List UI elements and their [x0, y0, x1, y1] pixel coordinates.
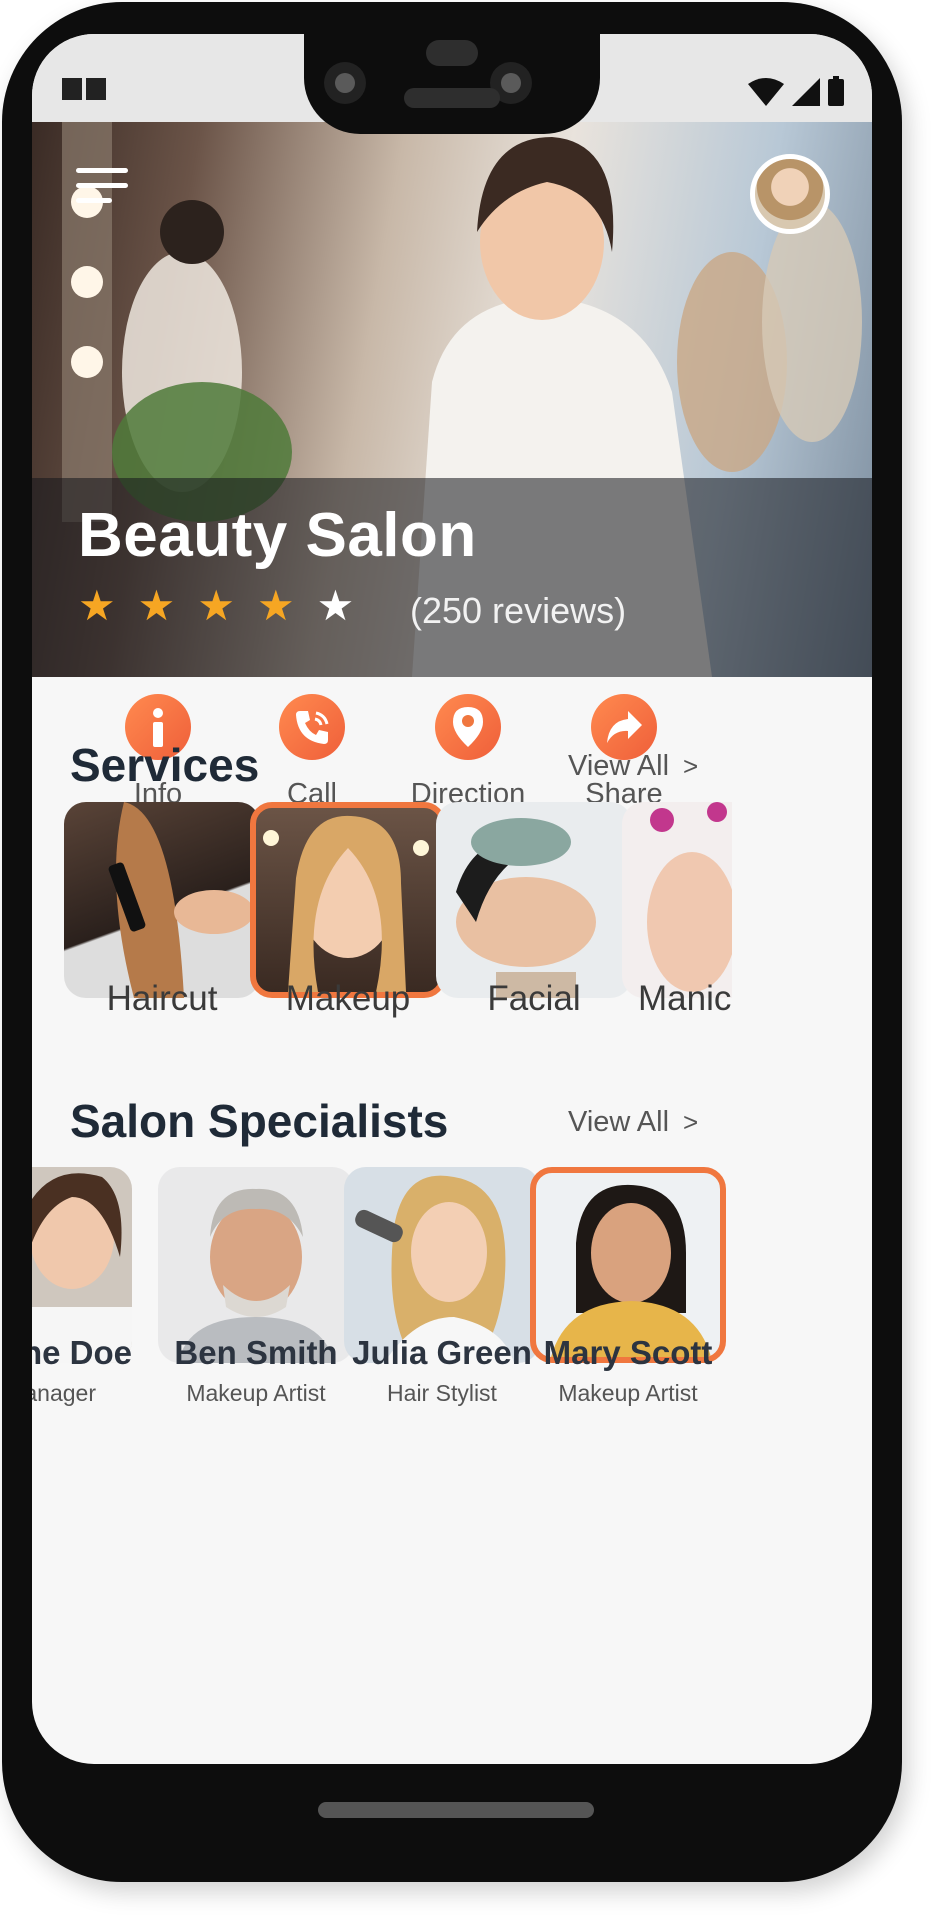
notification-icon: [62, 78, 108, 100]
makeup-photo: [263, 815, 429, 992]
manicure-photo: [647, 802, 732, 992]
chevron-right-icon: >: [683, 751, 699, 781]
services-view-all-label: View All: [568, 750, 670, 782]
phone-frame: Beauty Salon ★ ★ ★ ★ ★ (250 reviews) Info Ca…: [2, 2, 902, 1882]
star-empty-icon: ★: [316, 582, 355, 629]
earpiece-speaker: [404, 88, 500, 108]
specialist-name-doe: ne Doe: [32, 1334, 132, 1371]
app-screen: Beauty Salon ★ ★ ★ ★ ★ (250 reviews) Info Ca…: [32, 34, 872, 1764]
specialist-role-doe: anager: [32, 1380, 96, 1406]
specialist-role-mary-scott: Makeup Artist: [558, 1380, 698, 1406]
specialists-view-all-label: View All: [568, 1106, 670, 1138]
facial-photo: [456, 818, 596, 998]
phone-icon: [279, 694, 345, 760]
salon-title: Beauty Salon: [78, 501, 477, 570]
service-card-facial[interactable]: [436, 802, 632, 998]
camera-notch: [304, 34, 600, 134]
service-card-makeup[interactable]: [250, 802, 446, 998]
status-icons: [748, 72, 844, 106]
services-title: Services: [70, 739, 260, 791]
specialists-title: Salon Specialists: [70, 1095, 449, 1147]
wifi-icon: [748, 78, 784, 106]
location-pin-icon: [435, 694, 501, 760]
menu-icon[interactable]: [76, 168, 128, 210]
star-filled-icon: ★: [137, 582, 176, 629]
user-avatar[interactable]: [750, 154, 830, 234]
sensor: [426, 40, 478, 66]
front-camera: [324, 62, 366, 104]
battery-icon: [828, 76, 844, 106]
hero-banner: Beauty Salon ★ ★ ★ ★ ★ (250 reviews): [32, 122, 872, 677]
service-card-haircut[interactable]: [64, 802, 260, 998]
chevron-right-icon: >: [683, 1107, 699, 1137]
services-view-all[interactable]: View All >: [568, 750, 698, 783]
specialist-photo-mary-scott: [551, 1184, 711, 1357]
signal-icon: [792, 78, 820, 106]
service-card-manicure[interactable]: [622, 802, 732, 998]
star-filled-icon: ★: [78, 582, 116, 629]
reviews-count[interactable]: (250 reviews): [410, 590, 626, 632]
star-filled-icon: ★: [197, 582, 235, 629]
specialists-view-all[interactable]: View All >: [568, 1106, 698, 1139]
home-indicator[interactable]: [318, 1802, 594, 1818]
service-label-manicure: Manic: [638, 979, 732, 1018]
specialist-name-mary-scott: Mary Scott: [543, 1334, 713, 1371]
star-filled-icon: ★: [256, 582, 295, 629]
star-rating: ★ ★ ★ ★ ★: [78, 585, 354, 627]
haircut-photo: [108, 802, 254, 998]
direction-button[interactable]: Direction: [388, 694, 548, 811]
